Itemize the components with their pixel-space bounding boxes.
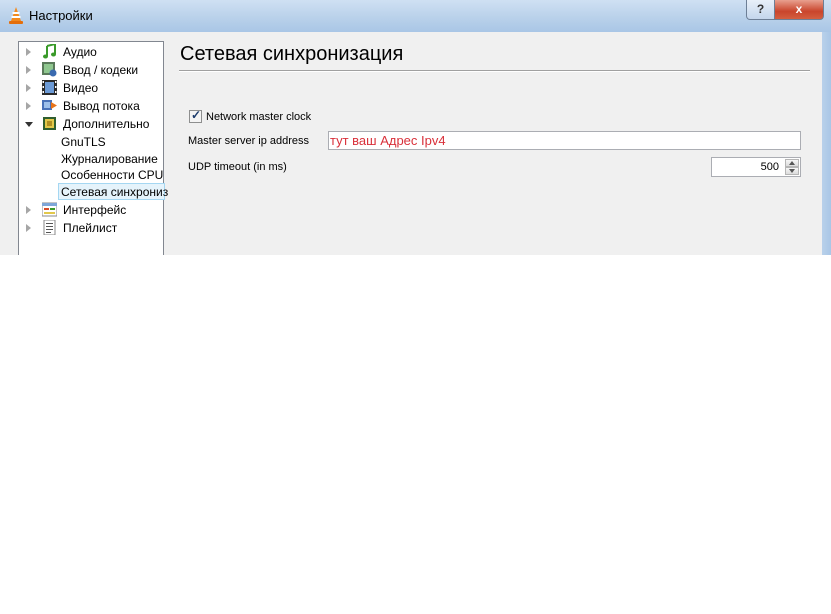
help-button[interactable]: ? [746,0,775,20]
close-button[interactable]: x [774,0,824,20]
tree-item-network-sync[interactable]: Сетевая синхрониз [19,183,168,201]
udp-timeout-value: 500 [760,161,779,173]
film-icon [42,80,57,95]
tree-item-label: GnuTLS [61,135,106,149]
collapse-arrow-icon[interactable] [25,122,33,127]
spin-buttons [785,159,799,175]
title-divider [179,70,810,72]
window-title: Настройки [29,8,93,23]
tree-item-stream-output[interactable]: Вывод потока [19,97,164,115]
vlc-cone-icon [9,7,23,24]
playlist-icon [43,220,56,235]
tree-item-label: Плейлист [63,221,118,235]
udp-timeout-spinbox[interactable]: 500 [711,157,801,177]
master-server-ip-input[interactable]: тут ваш Адрес Ipv4 [328,131,801,150]
title-bar[interactable]: Настройки ? x [0,0,831,32]
tree-item-gnutls[interactable]: GnuTLS [19,133,164,151]
preferences-window: Настройки ? x Аудио Ввод / кодеки Видео … [0,0,831,255]
udp-timeout-label: UDP timeout (in ms) [188,161,287,173]
category-tree[interactable]: Аудио Ввод / кодеки Видео Вывод потока Д… [18,41,168,255]
chip-icon [43,117,56,130]
expand-arrow-icon[interactable] [26,206,31,214]
master-server-ip-value: тут ваш Адрес Ipv4 [330,133,446,148]
interface-icon [42,202,57,217]
expand-arrow-icon[interactable] [26,66,31,74]
tree-item-audio[interactable]: Аудио [19,43,164,61]
tree-item-label: Аудио [63,45,97,59]
spin-up-button[interactable] [785,159,799,167]
expand-arrow-icon[interactable] [26,48,31,56]
tree-item-label: Вывод потока [63,99,140,113]
window-frame [822,32,831,255]
tree-item-video[interactable]: Видео [19,79,164,97]
tree-item-label: Ввод / кодеки [63,63,139,77]
tree-item-label: Интерфейс [63,203,127,217]
page-title: Сетевая синхронизация [180,43,404,65]
spin-down-button[interactable] [785,167,799,175]
input-codecs-icon [42,62,57,77]
stream-output-icon [42,100,57,110]
tree-item-input-codecs[interactable]: Ввод / кодеки [19,61,164,79]
tree-item-interface[interactable]: Интерфейс [19,201,164,219]
expand-arrow-icon[interactable] [26,102,31,110]
expand-arrow-icon[interactable] [26,84,31,92]
tree-item-playlist[interactable]: Плейлист [19,219,164,237]
tree-item-label: Особенности CPU [61,168,164,182]
expand-arrow-icon[interactable] [26,224,31,232]
tree-item-label: Видео [63,81,99,95]
music-note-icon [43,44,56,59]
network-master-clock-checkbox[interactable]: ✓ [189,108,202,123]
tree-item-label: Дополнительно [63,117,150,131]
network-master-clock-label[interactable]: Network master clock [206,111,311,123]
tree-item-advanced[interactable]: Дополнительно [19,115,164,133]
checkmark-icon: ✓ [191,108,202,122]
tree-item-label: Сетевая синхрониз [61,185,169,199]
master-server-ip-label: Master server ip address [188,135,310,147]
tree-item-cpu[interactable]: Особенности CPU [19,166,164,184]
